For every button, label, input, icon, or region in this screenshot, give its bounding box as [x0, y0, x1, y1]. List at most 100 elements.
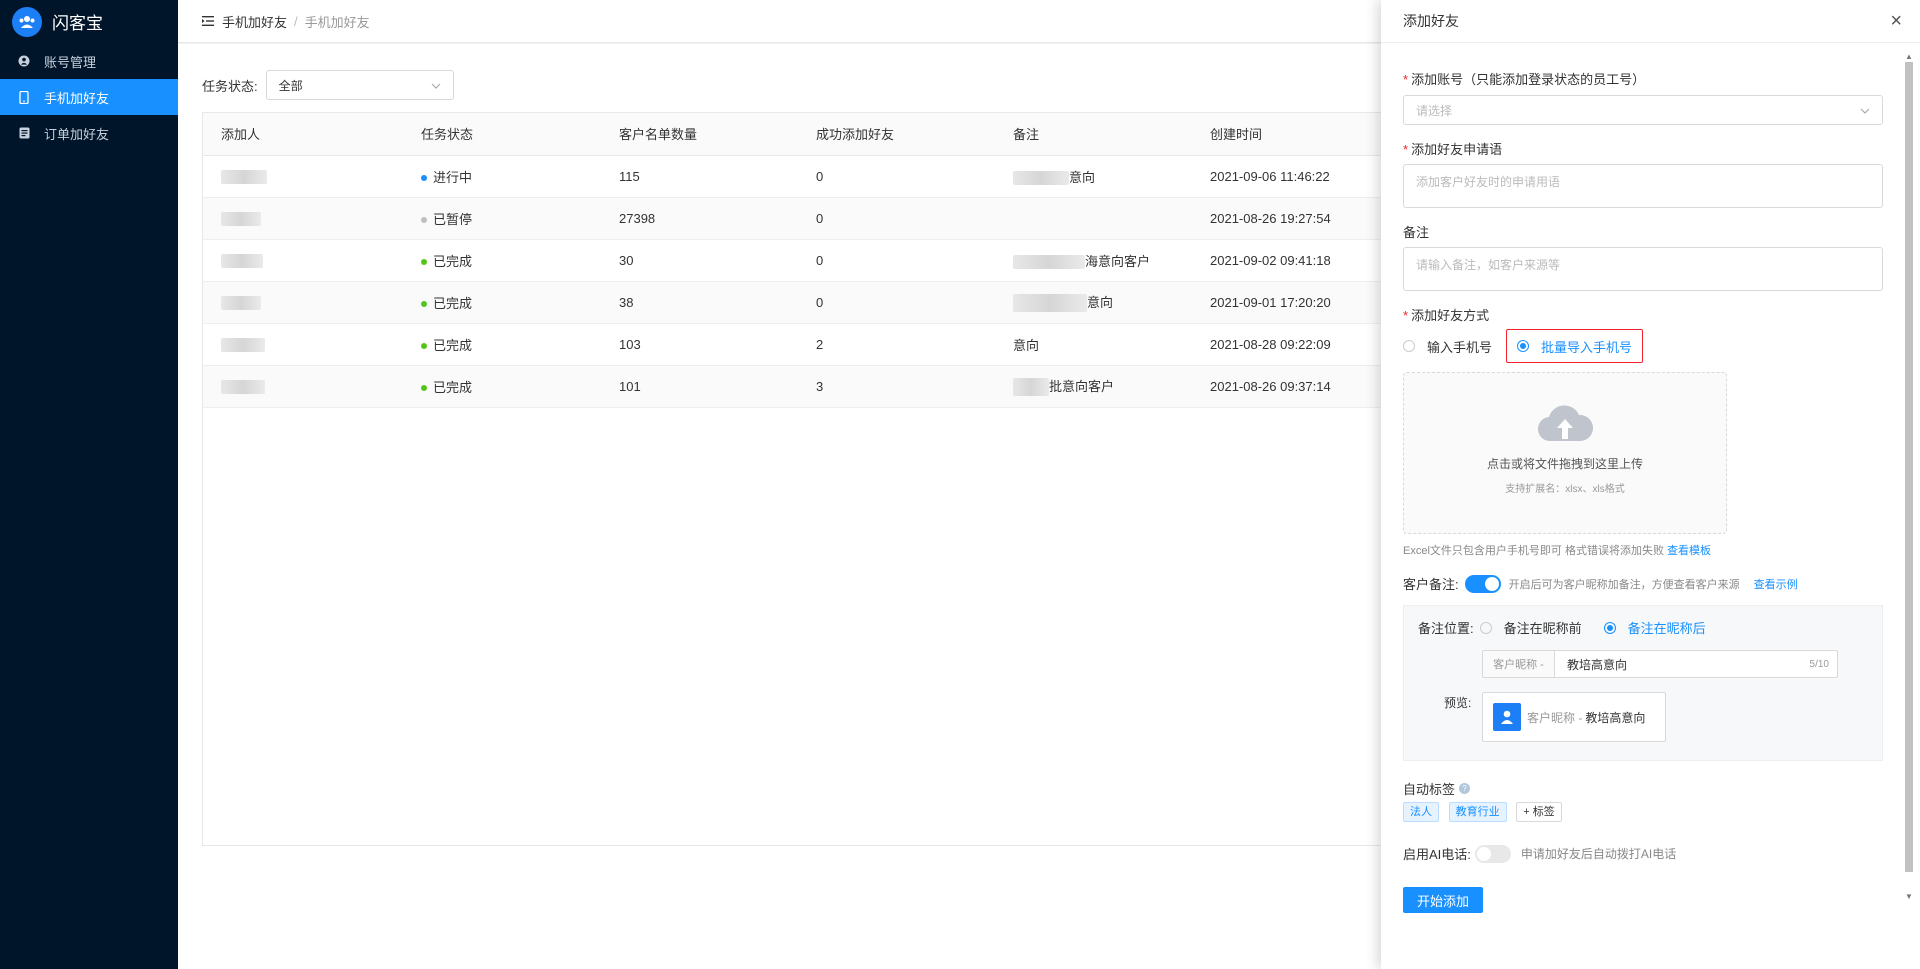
- radio-manual-phone[interactable]: 输入手机号: [1403, 337, 1492, 356]
- avatar: [221, 253, 263, 268]
- drawer-body: * 添加账号（只能添加登录状态的员工号） 请选择 * 添加好友申请语 添加客户好友时…: [1403, 43, 1893, 913]
- menu-fold-icon[interactable]: [202, 16, 214, 26]
- customer-remark-label: 客户备注:: [1403, 577, 1459, 592]
- remark-textarea[interactable]: 请输入备注，如客户来源等: [1403, 247, 1883, 291]
- status-text: 已完成: [433, 253, 473, 269]
- created-cell: 2021-09-06 11:46:22: [1192, 155, 1401, 198]
- blurred-text: [1013, 378, 1049, 397]
- greeting-placeholder: 添加客户好友时的申请用语: [1416, 175, 1561, 189]
- note-cell: 海意向客户: [1085, 253, 1151, 269]
- upload-dropzone[interactable]: 点击或将文件拖拽到这里上传 支持扩展名：xlsx、xls格式: [1403, 372, 1727, 534]
- filter-status-label: 任务状态:: [202, 78, 258, 94]
- note-cell: [995, 197, 1192, 240]
- view-template-link[interactable]: 查看模板: [1667, 545, 1711, 557]
- sidebar-item-label: 手机加好友: [44, 90, 110, 106]
- scroll-up-arrow-icon[interactable]: ▲: [1905, 52, 1913, 61]
- preview-label: 预览:: [1444, 696, 1472, 710]
- add-tag-button[interactable]: + 标签: [1516, 802, 1562, 822]
- col-header-created: 创建时间: [1192, 113, 1401, 156]
- remark-text-input[interactable]: 客户昵称 - 教培高意向 5/10: [1482, 650, 1838, 678]
- blurred-text: [1013, 171, 1069, 186]
- success-cell: 0: [798, 197, 995, 240]
- scroll-thumb[interactable]: [1905, 62, 1913, 872]
- remark-position-panel: 备注位置: 备注在昵称前 备注在昵称后 客户昵称 - 教培高意向 5/10 预览…: [1403, 605, 1883, 761]
- table-row[interactable]: 进行中 115 0 意向 2021-09-06 11:46:22: [203, 155, 1401, 198]
- success-cell: 2: [798, 323, 995, 366]
- auto-tag-label: 自动标签: [1403, 782, 1456, 797]
- success-cell: 0: [798, 155, 995, 198]
- greeting-field-label: * 添加好友申请语: [1403, 142, 1503, 157]
- help-icon[interactable]: ?: [1459, 783, 1471, 794]
- account-select-placeholder: 请选择: [1416, 103, 1453, 118]
- ai-call-switch[interactable]: [1474, 844, 1511, 863]
- table-row[interactable]: 已完成 101 3 批意向客户 2021-08-26 09:37:14: [203, 365, 1401, 408]
- table-row[interactable]: 已暂停 27398 0 2021-08-26 19:27:54: [203, 197, 1401, 240]
- excel-hint: Excel文件只包含用户手机号即可 格式错误将添加失败 查看模板: [1403, 545, 1712, 557]
- remark-position-label: 备注位置:: [1418, 621, 1474, 636]
- count-cell: 27398: [601, 197, 798, 240]
- account-select[interactable]: 请选择: [1403, 95, 1883, 125]
- tag-chip[interactable]: 法人: [1403, 802, 1439, 822]
- radio-batch-phone[interactable]: 批量导入手机号: [1506, 329, 1644, 363]
- customer-remark-hint: 开启后可为客户昵称加备注，方便查看客户来源: [1508, 578, 1740, 591]
- tag-list: 法人 教育行业 + 标签: [1403, 802, 1893, 822]
- note-cell: 批意向客户: [1049, 378, 1115, 394]
- table-row[interactable]: 已完成 30 0 海意向客户 2021-09-02 09:41:18: [203, 239, 1401, 282]
- preview-nick: 客户昵称 -: [1527, 710, 1583, 725]
- sidebar-item-label: 订单加好友: [44, 126, 110, 142]
- customer-remark-switch[interactable]: [1464, 574, 1501, 593]
- created-cell: 2021-09-02 09:41:18: [1192, 239, 1401, 282]
- table-row[interactable]: 已完成 38 0 意向 2021-09-01 17:20:20: [203, 281, 1401, 324]
- count-cell: 30: [601, 239, 798, 282]
- col-header-note: 备注: [995, 113, 1192, 156]
- count-cell: 38: [601, 281, 798, 324]
- blurred-text: [1013, 294, 1087, 313]
- created-cell: 2021-09-01 17:20:20: [1192, 281, 1401, 324]
- col-header-status: 任务状态: [403, 113, 601, 156]
- status-dot: [421, 385, 427, 392]
- status-filter-value: 全部: [278, 78, 303, 93]
- remark-position-row: 备注位置: 备注在昵称前 备注在昵称后: [1418, 618, 1706, 637]
- start-add-button[interactable]: 开始添加: [1403, 887, 1483, 913]
- view-example-link[interactable]: 查看示例: [1754, 576, 1798, 592]
- remark-value: 教培高意向: [1567, 657, 1628, 672]
- status-dot: [421, 217, 427, 224]
- sidebar-item-account[interactable]: 账号管理: [0, 43, 178, 79]
- close-icon[interactable]: ×: [1890, 11, 1902, 31]
- status-filter-select[interactable]: 全部: [265, 70, 454, 100]
- success-cell: 3: [798, 365, 995, 408]
- drawer-scrollbar[interactable]: ▲ ▼: [1904, 52, 1914, 902]
- upload-main-text: 点击或将文件拖拽到这里上传: [1486, 457, 1643, 471]
- note-cell: 意向: [1087, 294, 1114, 310]
- sidebar-item-phone-add[interactable]: 手机加好友: [0, 79, 178, 115]
- auto-tag-label-row: 自动标签 ?: [1403, 779, 1893, 798]
- table-row[interactable]: 已完成 103 2 意向 2021-08-28 09:22:09: [203, 323, 1401, 366]
- scroll-down-arrow-icon[interactable]: ▼: [1905, 892, 1913, 901]
- col-header-count: 客户名单数量: [601, 113, 798, 156]
- breadcrumb-parent[interactable]: 手机加好友: [222, 12, 287, 31]
- status-text: 已暂停: [433, 211, 473, 227]
- status-text: 已完成: [433, 295, 473, 311]
- breadcrumb: 手机加好友 / 手机加好友: [222, 12, 370, 31]
- count-cell: 101: [601, 365, 798, 408]
- sidebar-item-label: 账号管理: [44, 54, 97, 70]
- avatar: [221, 295, 261, 310]
- note-cell: 意向: [1069, 169, 1096, 185]
- radio-remark-after[interactable]: 备注在昵称后: [1603, 618, 1706, 637]
- status-text: 进行中: [433, 169, 473, 185]
- created-cell: 2021-08-26 19:27:54: [1192, 197, 1401, 240]
- count-cell: 103: [601, 323, 798, 366]
- radio-remark-before[interactable]: 备注在昵称前: [1479, 618, 1582, 637]
- sidebar-item-order-add[interactable]: 订单加好友: [0, 115, 178, 151]
- task-table: 添加人 任务状态 客户名单数量 成功添加好友 备注 创建时间 进行中 115 0…: [202, 112, 1402, 846]
- avatar: [221, 379, 265, 394]
- tag-chip[interactable]: 教育行业: [1448, 802, 1507, 822]
- ai-call-row: 启用AI电话: 申请加好友后自动拨打AI电话: [1403, 844, 1893, 863]
- account-field-label: * 添加账号（只能添加登录状态的员工号）: [1403, 72, 1646, 87]
- radio-circle-selected: [1517, 340, 1530, 352]
- logo-row: 闪客宝: [0, 0, 178, 43]
- status-dot: [421, 301, 427, 308]
- status-text: 已完成: [433, 337, 473, 353]
- greeting-textarea[interactable]: 添加客户好友时的申请用语: [1403, 164, 1883, 208]
- cloud-upload-icon: [1404, 403, 1726, 445]
